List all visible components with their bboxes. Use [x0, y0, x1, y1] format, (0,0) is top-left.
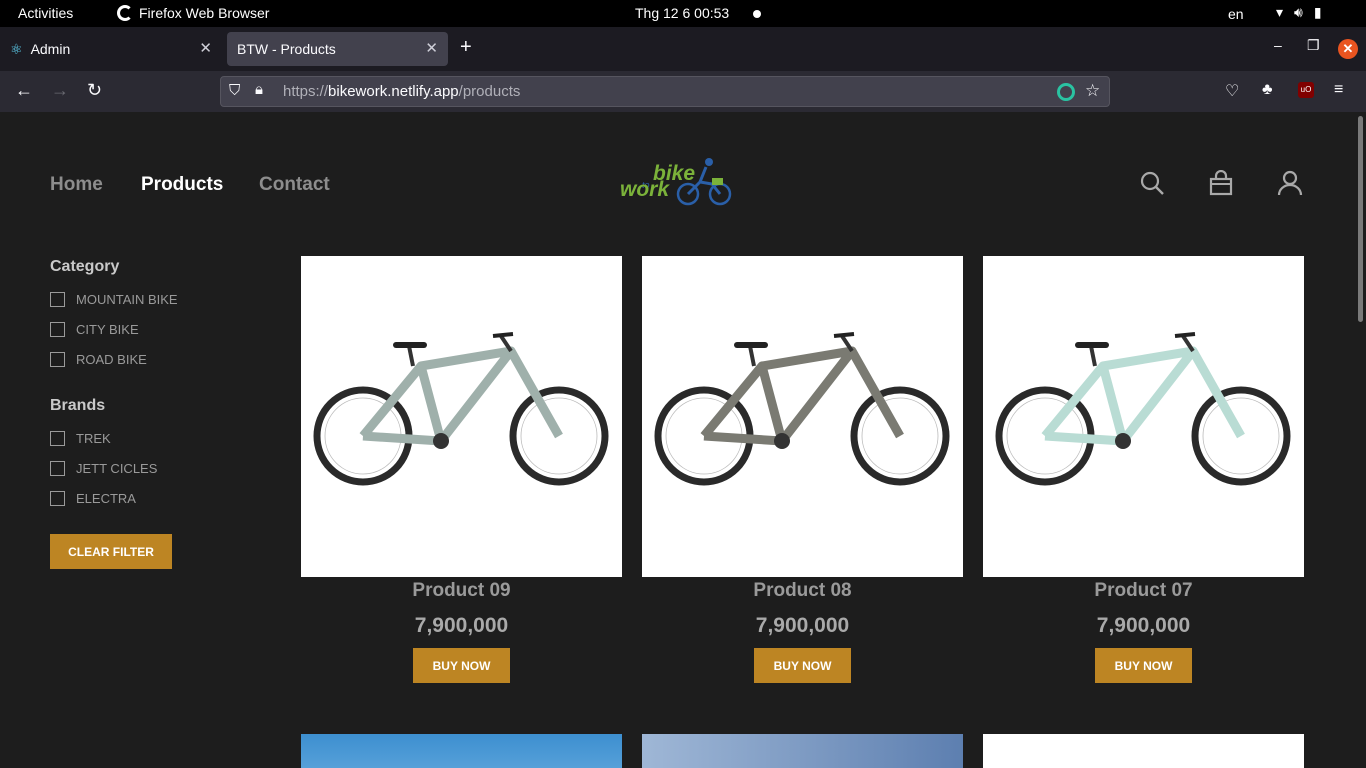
menu-icon[interactable]: ≡ — [1334, 81, 1343, 99]
minimize-icon[interactable]: – — [1274, 37, 1282, 53]
gnome-extension-icon[interactable]: ♣ — [1262, 81, 1273, 99]
product-card[interactable]: Product 09 7,900,000 BUY NOW — [301, 256, 622, 683]
site-logo[interactable]: bike to work — [620, 156, 735, 208]
wifi-icon: ▾ — [1276, 4, 1284, 20]
bookmark-star-icon[interactable]: ☆ — [1085, 81, 1100, 101]
nav-home[interactable]: Home — [50, 174, 103, 196]
product-image[interactable] — [983, 256, 1304, 577]
product-card[interactable]: Product 08 7,900,000 BUY NOW — [642, 256, 963, 683]
app-name: Firefox Web Browser — [139, 5, 270, 21]
product-name[interactable]: Product 08 — [642, 580, 963, 602]
buy-now-button[interactable]: BUY NOW — [754, 648, 851, 683]
maximize-icon[interactable]: ❐ — [1307, 37, 1320, 54]
close-tab-icon[interactable]: ✕ — [425, 39, 438, 57]
back-icon[interactable]: ← — [15, 80, 33, 101]
nav-contact[interactable]: Contact — [259, 174, 330, 196]
filter-label: CITY BIKE — [76, 322, 139, 337]
new-tab-icon[interactable]: + — [460, 36, 472, 59]
volume-icon: 🔊︎ — [1294, 4, 1303, 20]
product-image[interactable] — [301, 256, 622, 577]
react-icon: ⚛ — [10, 40, 23, 57]
filter-label: ROAD BIKE — [76, 352, 147, 367]
logo-bag-icon — [712, 178, 723, 185]
url-domain: bikework.netlify.app — [328, 83, 459, 100]
filter-city-bike[interactable]: CITY BIKE — [50, 322, 139, 337]
category-title: Category — [50, 258, 120, 275]
filter-trek[interactable]: TREK — [50, 431, 111, 446]
app-menu[interactable]: Firefox Web Browser — [117, 5, 269, 21]
checkbox[interactable] — [50, 461, 65, 476]
firefox-icon — [117, 5, 133, 21]
extension-icon[interactable] — [1057, 83, 1075, 101]
nav-toolbar: ← → ↻ ⛉ 🔒︎ https://bikework.netlify.app/… — [0, 71, 1366, 112]
product-image[interactable] — [642, 256, 963, 577]
filter-road-bike[interactable]: ROAD BIKE — [50, 352, 147, 367]
nav-products[interactable]: Products — [141, 174, 223, 196]
checkbox[interactable] — [50, 322, 65, 337]
reload-icon[interactable]: ↻ — [87, 80, 102, 101]
language-indicator[interactable]: en — [1228, 6, 1244, 22]
filter-label: MOUNTAIN BIKE — [76, 292, 178, 307]
logo-text-work: work — [620, 178, 670, 201]
product-price: 7,900,000 — [1096, 614, 1191, 637]
brands-title: Brands — [50, 397, 106, 414]
product-price: 7,900,000 — [755, 614, 850, 637]
bicycle-image-icon — [654, 332, 950, 486]
page-scrollbar[interactable] — [1355, 112, 1366, 768]
battery-icon: ▮ — [1313, 4, 1322, 20]
tab-admin[interactable]: ⚛ Admin ✕ — [0, 32, 222, 66]
product-name[interactable]: Product 09 — [301, 580, 622, 602]
bicycle-image-icon — [995, 332, 1291, 486]
shield-icon[interactable]: ⛉ — [229, 82, 240, 99]
product-image-partial[interactable] — [642, 734, 963, 768]
scrollbar-thumb[interactable] — [1358, 116, 1363, 322]
checkbox[interactable] — [50, 431, 65, 446]
product-price: 7,900,000 — [414, 614, 509, 637]
product-image-partial[interactable] — [983, 734, 1304, 768]
product-image-partial[interactable] — [301, 734, 622, 768]
product-card[interactable]: Product 07 7,900,000 BUY NOW — [983, 256, 1304, 683]
pocket-icon[interactable]: ♡ — [1225, 81, 1239, 101]
product-name[interactable]: Product 07 — [983, 580, 1304, 602]
buy-now-button[interactable]: BUY NOW — [413, 648, 510, 683]
filter-label: JETT CICLES — [76, 461, 158, 476]
bicycle-image-icon — [313, 332, 609, 486]
close-tab-icon[interactable]: ✕ — [199, 39, 212, 57]
checkbox[interactable] — [50, 352, 65, 367]
tab-label: Admin — [30, 41, 71, 57]
search-icon[interactable] — [1139, 170, 1165, 196]
forward-icon[interactable]: → — [51, 80, 69, 101]
filter-electra[interactable]: ELECTRA — [50, 491, 136, 506]
ublock-icon[interactable]: uO — [1298, 82, 1314, 98]
filter-jett-cicles[interactable]: JETT CICLES — [50, 461, 157, 476]
url-bar[interactable]: ⛉ 🔒︎ https://bikework.netlify.app/produc… — [220, 76, 1110, 107]
tab-label: BTW - Products — [237, 41, 336, 57]
logo-rider-head-icon — [705, 158, 713, 166]
clear-filter-button[interactable]: CLEAR FILTER — [50, 534, 172, 569]
activities-button[interactable]: Activities — [18, 5, 73, 21]
tab-products[interactable]: BTW - Products ✕ — [227, 32, 448, 66]
lock-icon[interactable]: 🔒︎ — [255, 81, 263, 98]
page-content: Home Products Contact bike to work Categ… — [0, 112, 1355, 768]
clock[interactable]: Thg 12 6 00:53 — [635, 5, 729, 21]
url-path: /products — [458, 83, 521, 100]
notification-dot-icon — [753, 10, 761, 18]
system-tray[interactable]: ▾ 🔊︎ ▮ — [1276, 4, 1322, 21]
checkbox[interactable] — [50, 491, 65, 506]
tab-bar: ⚛ Admin ✕ BTW - Products ✕ + – ❐ — [0, 27, 1366, 71]
url-text[interactable]: https://bikework.netlify.app/products — [283, 83, 520, 100]
user-icon[interactable] — [1277, 170, 1303, 196]
cart-bag-icon[interactable] — [1208, 170, 1234, 196]
buy-now-button[interactable]: BUY NOW — [1095, 648, 1192, 683]
system-top-bar: Activities Firefox Web Browser Thg 12 6 … — [0, 0, 1366, 27]
checkbox[interactable] — [50, 292, 65, 307]
window-close-icon[interactable]: ✕ — [1338, 39, 1358, 59]
filter-label: TREK — [76, 431, 111, 446]
url-prefix: https:// — [283, 83, 329, 100]
filter-label: ELECTRA — [76, 491, 136, 506]
filter-mountain-bike[interactable]: MOUNTAIN BIKE — [50, 292, 178, 307]
